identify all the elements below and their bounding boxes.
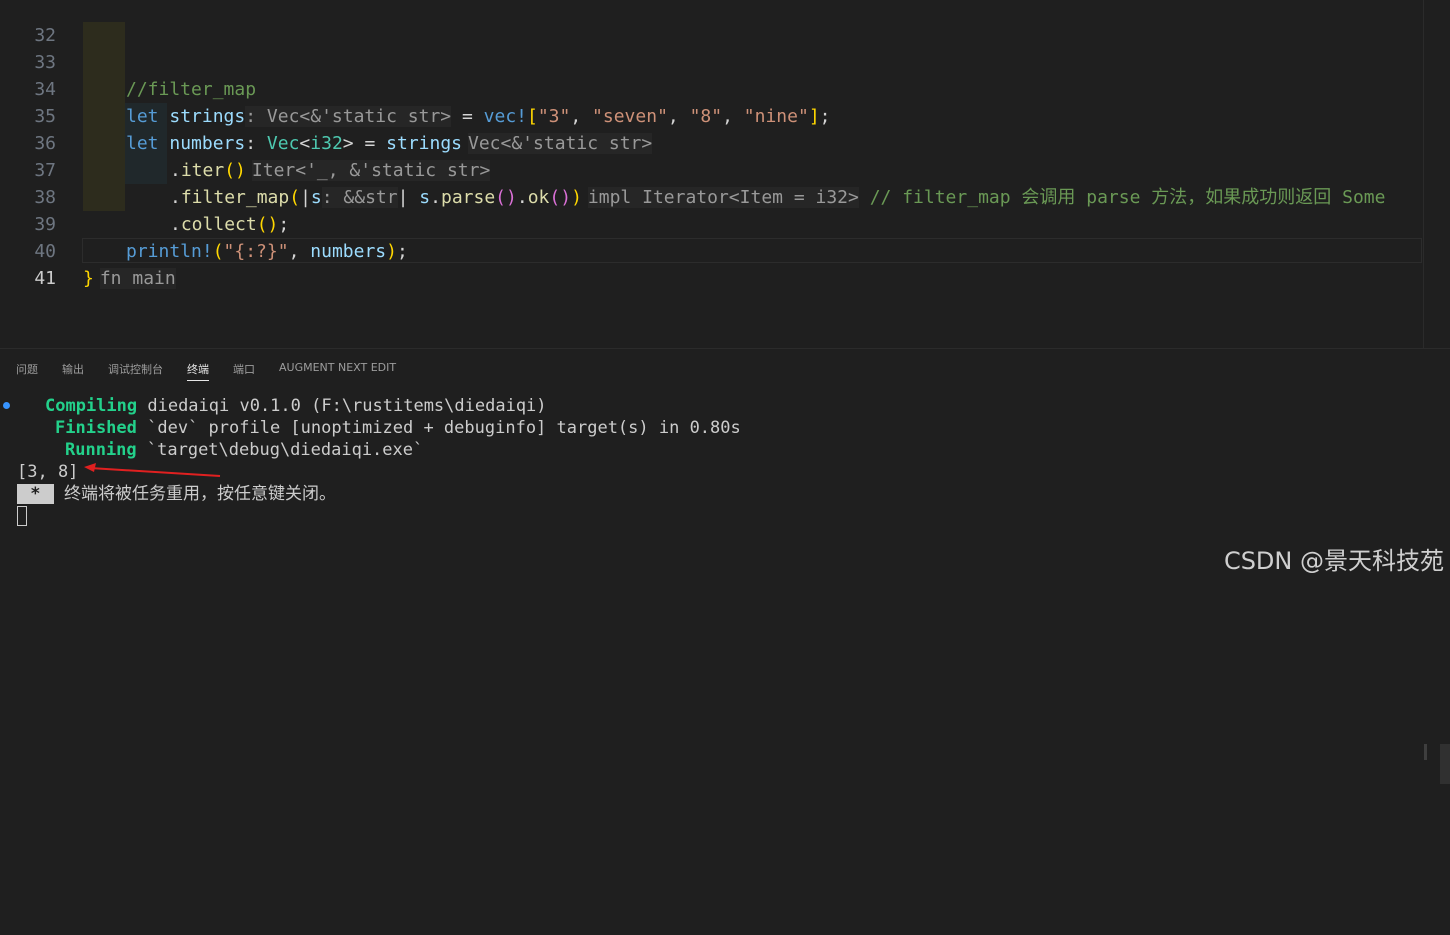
code-line-33: 33 //filter_map bbox=[0, 22, 1450, 100]
terminal-label: Finished bbox=[55, 418, 137, 438]
terminal-line: Finished `dev` profile [unoptimized + de… bbox=[55, 417, 741, 439]
code-line-39: 39 println!("{:?}", numbers); bbox=[0, 184, 1450, 262]
line-number: 41 bbox=[34, 268, 56, 289]
tab-augment-next-edit[interactable]: AUGMENT NEXT EDIT bbox=[279, 361, 396, 374]
terminal[interactable]: Compiling diedaiqi v0.1.0 (F:\rustitems\… bbox=[0, 389, 1420, 587]
scrollbar-thumb[interactable] bbox=[1440, 744, 1450, 784]
terminal-line: * 终端将被任务重用，按任意键关闭。 bbox=[17, 483, 336, 505]
task-star-badge: * bbox=[17, 484, 54, 504]
terminal-line: Running `target\debug\diedaiqi.exe` bbox=[65, 439, 423, 461]
code-line-32: 32 bbox=[0, 0, 1450, 46]
terminal-cursor bbox=[17, 506, 27, 526]
tab-problems[interactable]: 问题 bbox=[16, 361, 38, 377]
program-output: [3, 8] bbox=[17, 462, 79, 482]
code-editor[interactable]: 32 33 //filter_map 34 let strings: Vec<&… bbox=[0, 0, 1450, 348]
terminal-text: `target\debug\diedaiqi.exe` bbox=[136, 440, 424, 460]
code-line-38: 38 .collect(); bbox=[0, 157, 1450, 235]
tab-debug-console[interactable]: 调试控制台 bbox=[108, 361, 163, 377]
terminal-text: 终端将被任务重用，按任意键关闭。 bbox=[53, 484, 336, 504]
code-line-36: 36 .iter() Iter<'_, &'static str> bbox=[0, 103, 1450, 181]
editor-scrollbar[interactable] bbox=[1423, 0, 1424, 348]
terminal-label: Compiling bbox=[45, 396, 138, 416]
terminal-text: `dev` profile [unoptimized + debuginfo] … bbox=[136, 418, 741, 438]
watermark: CSDN @景天科技苑 bbox=[1223, 547, 1444, 575]
code-line-37: 37 .filter_map(|s: &&str| s.parse().ok()… bbox=[0, 130, 1450, 208]
code-line-41[interactable]: 41 bbox=[0, 238, 1450, 289]
code-line-40: 40 } fn main bbox=[0, 211, 1450, 289]
status-dot-icon bbox=[3, 402, 10, 409]
tab-output[interactable]: 输出 bbox=[62, 361, 84, 377]
terminal-label: Running bbox=[65, 440, 137, 460]
terminal-line bbox=[17, 505, 27, 527]
terminal-line: Compiling diedaiqi v0.1.0 (F:\rustitems\… bbox=[45, 395, 547, 417]
panel-tabs: 问题 输出 调试控制台 终端 端口 AUGMENT NEXT EDIT bbox=[0, 349, 1450, 387]
tab-terminal[interactable]: 终端 bbox=[187, 361, 209, 381]
red-arrow-annotation bbox=[84, 463, 221, 477]
tab-ports[interactable]: 端口 bbox=[233, 361, 255, 377]
scrollbar-marker bbox=[1424, 744, 1427, 760]
type-hint: fn main bbox=[99, 268, 176, 289]
code-line-35: 35 let numbers: Vec<i32> = strings Vec<&'… bbox=[0, 76, 1450, 154]
terminal-scrollbar[interactable] bbox=[1424, 744, 1450, 935]
terminal-line: [3, 8] bbox=[17, 461, 78, 483]
code-line-34: 34 let strings: Vec<&'static str> = vec!… bbox=[0, 49, 1450, 127]
terminal-text: diedaiqi v0.1.0 (F:\rustitems\diedaiqi) bbox=[137, 396, 547, 416]
bracket: } bbox=[83, 268, 94, 289]
